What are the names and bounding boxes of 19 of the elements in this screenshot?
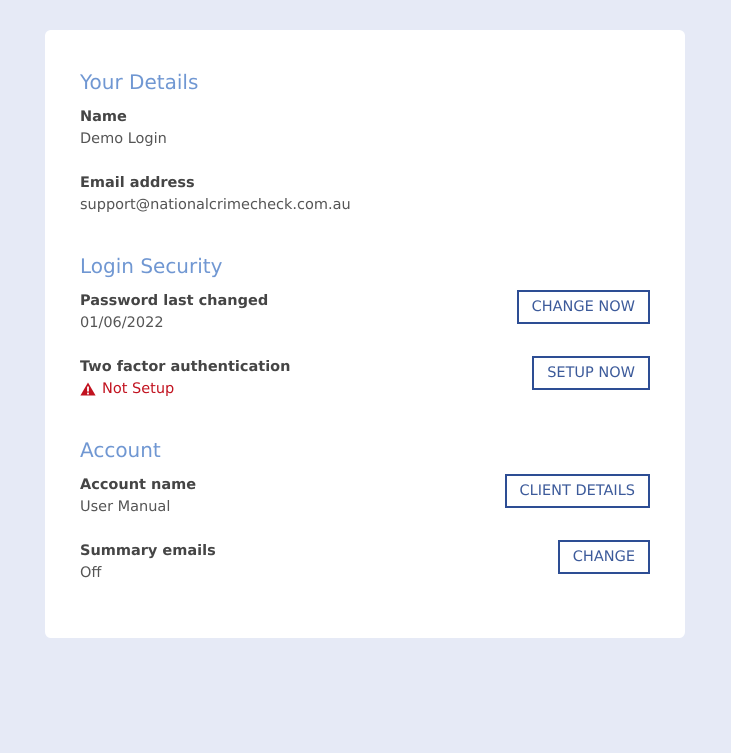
action-button[interactable]: SETUP NOW [532,356,650,390]
field-label: Account name [80,476,196,495]
field-value: Not Setup [102,380,174,399]
field-label: Name [80,108,128,127]
section-heading: Your Details [80,70,200,94]
section-heading: Account [80,438,162,462]
field-label: Email address [80,174,196,193]
field-label: Summary emails [80,542,216,561]
action-button[interactable]: CHANGE [558,540,650,574]
field-value: Demo Login [80,130,167,149]
field-value: 01/06/2022 [80,314,164,333]
action-button[interactable]: CHANGE NOW [516,290,650,324]
field-label: Password last changed [80,292,268,311]
field-value: Off [80,564,102,583]
field-label: Two factor authentication [80,358,290,377]
field-value: support@nationalcrimecheck.com.au [80,196,351,215]
action-button[interactable]: CLIENT DETAILS [504,474,650,508]
field-value: User Manual [80,498,170,517]
section-heading: Login Security [80,254,224,278]
